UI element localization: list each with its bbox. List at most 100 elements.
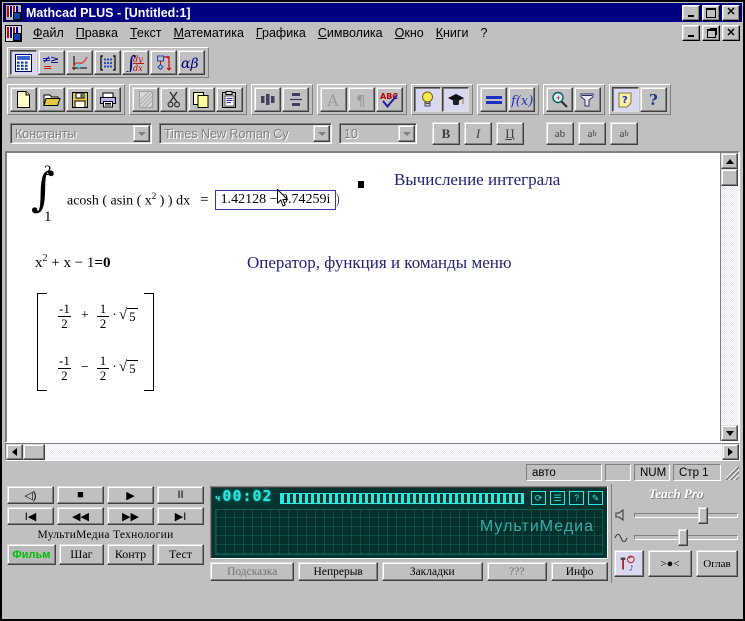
copy-icon[interactable] bbox=[188, 87, 215, 112]
volume-slider-thumb[interactable] bbox=[698, 506, 709, 524]
cut-scissors-icon[interactable] bbox=[160, 87, 187, 112]
resize-grip-icon[interactable] bbox=[725, 465, 739, 480]
play-button[interactable]: ▶ bbox=[107, 486, 154, 504]
units-icon[interactable] bbox=[574, 87, 601, 112]
info-button[interactable]: Инфо bbox=[551, 562, 608, 581]
bold-button[interactable]: B bbox=[432, 122, 460, 145]
style-combo[interactable]: Константы bbox=[10, 123, 152, 144]
text-region-icon[interactable]: A bbox=[320, 87, 347, 112]
calculus-integral-icon[interactable]: ∫ dy dx bbox=[122, 50, 149, 75]
paragraph-icon[interactable]: ¶ bbox=[348, 87, 375, 112]
bookmarks-button[interactable]: Закладки bbox=[382, 562, 483, 581]
equals-evaluate-icon[interactable] bbox=[480, 87, 507, 112]
vertical-scroll-thumb[interactable] bbox=[721, 169, 738, 186]
menu-item-math[interactable]: Математика bbox=[167, 24, 249, 42]
control-button[interactable]: Контр bbox=[107, 544, 154, 565]
repeat-icon[interactable]: ⟳ bbox=[531, 491, 546, 505]
hint-button[interactable]: Подсказка bbox=[210, 562, 295, 581]
font-combo[interactable]: Times New Roman Cy bbox=[159, 123, 332, 144]
menu-item-symbolics[interactable]: Символика bbox=[312, 24, 389, 42]
horizontal-scroll-thumb[interactable] bbox=[23, 444, 45, 460]
calculator-icon[interactable] bbox=[10, 50, 37, 75]
scroll-up-button[interactable] bbox=[721, 153, 738, 169]
print-icon[interactable] bbox=[94, 87, 121, 112]
document-menu-icon[interactable] bbox=[5, 24, 22, 42]
new-document-icon[interactable] bbox=[10, 87, 37, 112]
edit-icon[interactable]: ✎ bbox=[588, 491, 603, 505]
vertical-scrollbar[interactable] bbox=[720, 153, 738, 441]
sound-button[interactable]: ◁) bbox=[7, 486, 54, 504]
annotation-integral-text[interactable]: Вычисление интеграла bbox=[394, 170, 560, 190]
help-note-icon[interactable]: ? bbox=[612, 87, 639, 112]
greek-letters-icon[interactable]: αβ bbox=[178, 50, 205, 75]
resource-center-icon[interactable] bbox=[442, 87, 469, 112]
step-button[interactable]: Шаг bbox=[58, 544, 104, 565]
rewind-button[interactable]: ◀◀ bbox=[57, 507, 104, 525]
quadratic-equation-region[interactable]: x2 + x − 1=0 bbox=[35, 253, 110, 272]
superscript-button[interactable]: ab bbox=[578, 122, 606, 145]
scroll-down-button[interactable] bbox=[721, 425, 738, 441]
spellcheck-abc-icon[interactable]: ABC bbox=[376, 87, 403, 112]
test-button[interactable]: Тест bbox=[157, 544, 204, 565]
italic-button[interactable]: I bbox=[464, 122, 492, 145]
print-preview-icon[interactable] bbox=[132, 87, 159, 112]
programming-icon[interactable] bbox=[150, 50, 177, 75]
tone-slider[interactable] bbox=[634, 528, 738, 546]
menu-item-graphics[interactable]: Графика bbox=[250, 24, 312, 42]
normal-text-button[interactable]: ab bbox=[546, 122, 574, 145]
contents-button[interactable]: Оглав bbox=[696, 550, 738, 577]
worksheet-page[interactable]: ∫ 2 1 acosh ( asin ( x2 ) ) dx = 1.42128… bbox=[7, 153, 720, 441]
subscript-button[interactable]: ab bbox=[610, 122, 638, 145]
size-combo[interactable]: 10 bbox=[339, 123, 417, 144]
lcd-progress-bar[interactable] bbox=[279, 492, 524, 504]
matrix-vector-icon[interactable] bbox=[94, 50, 121, 75]
paste-clipboard-icon[interactable] bbox=[216, 87, 243, 112]
graph-plot-icon[interactable] bbox=[66, 50, 93, 75]
save-floppy-icon[interactable] bbox=[66, 87, 93, 112]
integral-result-box[interactable]: 1.42128 − 0.74259i bbox=[214, 190, 340, 210]
menu-item-books[interactable]: Книги bbox=[430, 24, 475, 42]
film-button[interactable]: Фильм bbox=[7, 544, 56, 565]
pause-button[interactable]: II bbox=[157, 486, 204, 504]
open-folder-icon[interactable] bbox=[38, 87, 65, 112]
mdi-minimize-button[interactable] bbox=[682, 25, 700, 41]
solution-matrix-region[interactable]: -1 2 + 1 2 · √ 5 -1 2 − 1 2 · √ 5 bbox=[37, 293, 154, 391]
scroll-right-button[interactable] bbox=[722, 444, 739, 460]
hint-bulb-icon[interactable] bbox=[414, 87, 441, 112]
align-across-icon[interactable] bbox=[254, 87, 281, 112]
zoom-icon[interactable]: + bbox=[546, 87, 573, 112]
menu-item-file[interactable]: Файл bbox=[27, 24, 70, 42]
integral-lower-limit[interactable]: 1 bbox=[44, 209, 52, 226]
horizontal-scrollbar[interactable] bbox=[5, 443, 740, 461]
integral-region[interactable]: ∫ 2 1 acosh ( asin ( x2 ) ) dx = 1.42128… bbox=[25, 163, 340, 226]
menu-item-text[interactable]: Текст bbox=[124, 24, 167, 42]
minimize-button[interactable] bbox=[682, 4, 700, 21]
annotation-operator-text[interactable]: Оператор, функция и команды меню bbox=[247, 253, 512, 273]
integral-upper-limit[interactable]: 2 bbox=[44, 163, 52, 180]
fast-forward-button[interactable]: ▶▶ bbox=[107, 507, 154, 525]
stop-button[interactable]: ■ bbox=[57, 486, 104, 504]
menu-item-window[interactable]: Окно bbox=[389, 24, 430, 42]
help-question-icon[interactable]: ? bbox=[640, 87, 667, 112]
continuous-button[interactable]: Непрерыв bbox=[298, 562, 379, 581]
tone-slider-thumb[interactable] bbox=[677, 528, 688, 546]
music-settings-button[interactable]: ♪ bbox=[614, 550, 644, 577]
chevron-down-icon[interactable] bbox=[313, 125, 330, 142]
integrand-expression[interactable]: acosh ( asin ( x2 ) ) dx bbox=[67, 191, 190, 210]
function-fx-icon[interactable]: f(x) bbox=[508, 87, 535, 112]
evaluation-relational-icon[interactable]: ≠ ≥ = bbox=[38, 50, 65, 75]
mdi-close-button[interactable]: ✕ bbox=[722, 25, 740, 41]
align-down-icon[interactable] bbox=[282, 87, 309, 112]
matrix-row[interactable]: -1 2 + 1 2 · √ 5 bbox=[53, 297, 138, 335]
skip-back-button[interactable]: I◀ bbox=[7, 507, 54, 525]
vertical-scroll-track[interactable] bbox=[721, 186, 738, 425]
chevron-down-icon[interactable] bbox=[398, 125, 415, 142]
menu-item-edit[interactable]: Правка bbox=[70, 24, 124, 42]
matrix-row[interactable]: -1 2 − 1 2 · √ 5 bbox=[53, 349, 138, 387]
chevron-down-icon[interactable] bbox=[133, 125, 150, 142]
help-icon[interactable]: ? bbox=[569, 491, 584, 505]
skip-forward-button[interactable]: ▶I bbox=[157, 507, 204, 525]
unknown-button[interactable]: ??? bbox=[486, 562, 548, 581]
underline-button[interactable]: Ц bbox=[496, 122, 524, 145]
mdi-restore-button[interactable] bbox=[702, 25, 720, 41]
